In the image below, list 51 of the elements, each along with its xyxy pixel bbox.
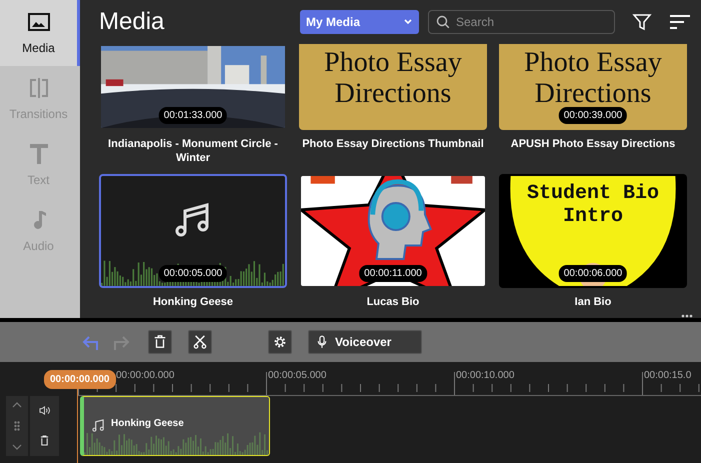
resize-handle-icon[interactable] — [681, 314, 693, 318]
ruler-label: 00:00:15.0 — [643, 369, 692, 383]
chevron-up-icon[interactable] — [12, 402, 22, 408]
filter-icon[interactable] — [632, 12, 652, 32]
duration-label: 00:00:06.000 — [558, 264, 628, 282]
ruler-label: 00:00:05.000 — [267, 369, 326, 383]
media-title: Photo Essay Directions Thumbnail — [301, 137, 485, 152]
source-dropdown[interactable]: My Media — [300, 10, 419, 34]
duration-label: 00:00:05.000 — [158, 264, 228, 282]
media-title: Lucas Bio — [366, 294, 420, 309]
delete-button[interactable] — [148, 330, 172, 354]
settings-button[interactable] — [268, 330, 292, 354]
search-icon — [436, 15, 450, 29]
media-title: Honking Geese — [152, 294, 234, 309]
search-input[interactable]: Search — [456, 13, 596, 31]
search-field[interactable]: Search — [428, 10, 615, 34]
media-title: Ian Bio — [574, 294, 612, 309]
timeline-clip[interactable]: Honking Geese — [80, 396, 270, 456]
media-thumbnail[interactable]: 00:01:33.000 — [99, 44, 287, 130]
media-thumbnail[interactable]: Photo Essay Directions — [299, 44, 487, 130]
scissors-icon — [193, 335, 207, 349]
media-title: Indianapolis - Monument Circle - Winter — [107, 137, 279, 166]
trash-icon — [153, 335, 167, 349]
split-button[interactable] — [188, 330, 212, 354]
thumbnail-text: Student Bio Intro — [526, 182, 660, 228]
music-note-icon — [92, 419, 105, 432]
sort-icon[interactable] — [669, 13, 691, 31]
chevron-down-icon[interactable] — [12, 444, 22, 450]
thumbnail-text: Photo Essay Directions — [323, 48, 463, 110]
media-thumbnail[interactable]: 00:00:11.000 — [299, 174, 487, 288]
volume-icon[interactable] — [39, 406, 50, 415]
track-handle[interactable] — [6, 396, 28, 456]
media-thumbnail[interactable]: Photo Essay Directions 00:00:39.000 — [499, 44, 687, 130]
trash-icon[interactable] — [40, 435, 49, 446]
panel-title: Media — [99, 8, 166, 36]
voiceover-button[interactable]: Voiceover — [308, 330, 422, 354]
media-title: APUSH Photo Essay Directions — [510, 137, 676, 152]
duration-label: 00:00:11.000 — [359, 264, 427, 282]
ruler-label: 00:00:00.000 — [115, 369, 174, 383]
duration-label: 00:01:33.000 — [158, 107, 228, 124]
chevron-down-icon — [403, 17, 413, 27]
media-thumbnail[interactable]: 00:00:05.000 — [99, 174, 287, 288]
microphone-icon — [317, 335, 327, 349]
clip-title: Honking Geese — [111, 416, 184, 430]
sidebar-item[interactable]: Media — [0, 0, 80, 66]
ruler-label: 00:00:10.000 — [455, 369, 514, 383]
grip-icon[interactable] — [14, 420, 20, 431]
media-thumbnail[interactable]: Student Bio Intro 00:00:06.000 — [499, 174, 687, 288]
duration-label: 00:00:39.000 — [558, 107, 628, 124]
thumbnail-text: Photo Essay Directions — [523, 48, 663, 110]
gear-icon — [273, 335, 287, 349]
